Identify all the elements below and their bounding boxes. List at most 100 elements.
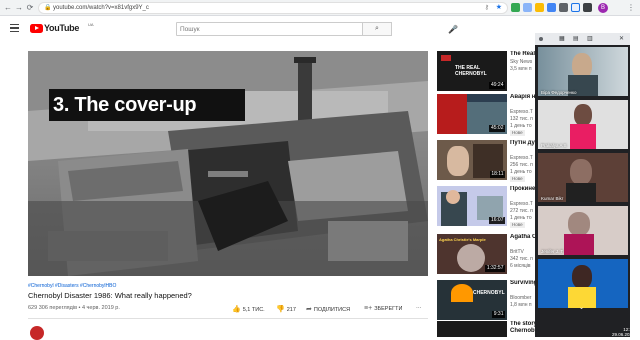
microphone-icon[interactable]: 🎤 xyxy=(448,25,458,34)
video-duration: 18:11 xyxy=(489,171,505,178)
tile-view-icon[interactable]: ▤ xyxy=(573,35,579,42)
search-placeholder: Пошук xyxy=(180,25,200,33)
close-icon[interactable]: ✕ xyxy=(619,35,624,42)
related-channel: Espreso.T xyxy=(510,155,533,161)
related-date: 1 день то xyxy=(510,169,532,175)
participant-tile[interactable]: Віра Федорченко xyxy=(538,47,628,96)
more-vert-icon[interactable]: ⋮ xyxy=(626,3,636,13)
system-clock: 12:36 29.06.2022 xyxy=(612,327,635,337)
like-button[interactable]: 👍 5,1 ТИС. xyxy=(232,305,265,313)
forward-icon[interactable]: → xyxy=(14,3,24,13)
related-views: 1,8 млн п xyxy=(510,302,532,308)
chevron-down-icon[interactable]: ⌄ xyxy=(579,304,584,311)
related-video[interactable]: The story of Chernobyl's New xyxy=(437,321,558,337)
dislike-button[interactable]: 👎 217 xyxy=(276,305,296,313)
save-label: ЗБЕРЕГТИ xyxy=(374,306,403,312)
thumb-up-icon: 👍 xyxy=(232,306,241,313)
participant-tile[interactable]: Prakalya A S xyxy=(538,100,628,149)
video-thumbnail[interactable]: 18:11 xyxy=(437,140,507,180)
extension-icon[interactable] xyxy=(571,3,580,12)
related-channel: Bloomber xyxy=(510,295,532,301)
extension-icon[interactable] xyxy=(535,3,544,12)
related-views: 3,5 млн п xyxy=(510,66,532,72)
related-video[interactable]: 16:07 Прокине розпеде Espreso.T 272 тис.… xyxy=(437,186,537,228)
save-button[interactable]: ≡+ ЗБЕРЕГТИ xyxy=(364,305,402,312)
participant-tile[interactable]: Jenifer J. T xyxy=(538,206,628,255)
video-frame-chernobyl xyxy=(28,51,428,276)
video-thumbnail[interactable]: CHERNOBYL 9:31 xyxy=(437,280,507,320)
share-icon: ➦ xyxy=(306,306,312,313)
related-video[interactable]: 18:11 Путін дус Патрушев Espreso.T 256 т… xyxy=(437,140,537,182)
related-video[interactable]: THE REAL CHERNOBYL 49:24 The Real Sky Ne… xyxy=(437,51,537,93)
related-video[interactable]: Agatha Christie's Marple 1:32:57 Agatha … xyxy=(437,234,537,276)
related-date: 1 день то xyxy=(510,215,532,221)
video-thumbnail[interactable]: 16:07 xyxy=(437,186,507,226)
address-bar[interactable]: 🔒 youtube.com/watch?v=x81vfgx9Y_c ⚷ ★ xyxy=(38,2,508,14)
lock-icon: 🔒 xyxy=(44,5,52,11)
share-button[interactable]: ➦ ПОДІЛИТИСЯ xyxy=(306,305,350,313)
video-duration: 49:24 xyxy=(489,82,505,89)
bookmark-star-icon[interactable]: ★ xyxy=(496,3,502,11)
search-input[interactable]: Пошук ⌕ xyxy=(176,22,392,36)
participant-tile[interactable]: Kumar Bikr xyxy=(538,153,628,202)
video-title: Chernobyl Disaster 1986: What really hap… xyxy=(28,291,192,300)
add-to-playlist-icon: ≡+ xyxy=(364,305,373,312)
participant-tile[interactable] xyxy=(538,259,628,308)
related-title: Surviving Liquidato xyxy=(510,280,537,286)
participant-name: Jenifer J. T xyxy=(541,249,564,254)
related-video[interactable]: CHERNOBYL 9:31 Surviving Liquidato Bloom… xyxy=(437,280,537,322)
video-duration: 45:02 xyxy=(489,125,505,132)
video-thumbnail[interactable]: Agatha Christie's Marple 1:32:57 xyxy=(437,234,507,274)
video-call-panel: ▦ ▤ ▥ ✕ Віра Федорченко Prakalya A S Kum… xyxy=(535,33,630,337)
youtube-header: YouTube UA Пошук ⌕ 🎤 xyxy=(0,17,535,41)
thumbnail-text: CHERNOBYL xyxy=(473,290,505,296)
video-stats: 629 306 переглядів • 4 черв. 2019 р. xyxy=(28,305,120,311)
participant-video xyxy=(570,159,592,185)
participant-name: Віра Федорченко xyxy=(541,90,577,95)
related-video[interactable]: 45:02 Аварія н війсь Pr Espreso.T 132 ти… xyxy=(437,94,537,136)
video-thumbnail[interactable]: THE REAL CHERNOBYL 49:24 xyxy=(437,51,507,91)
search-button[interactable]: ⌕ xyxy=(362,22,392,36)
clock-date: 29.06.2022 xyxy=(612,332,635,337)
hamburger-menu-icon[interactable] xyxy=(10,24,19,32)
related-date: 6 місяців xyxy=(510,263,531,269)
divider xyxy=(28,318,428,319)
extension-icon[interactable] xyxy=(559,3,568,12)
key-icon[interactable]: ⚷ xyxy=(485,4,489,11)
participant-name: Kumar Bikr xyxy=(541,196,564,201)
related-title: Прокине розпеде xyxy=(510,186,537,192)
participant-name: Prakalya A S xyxy=(541,143,567,148)
scrollbar[interactable] xyxy=(630,33,640,337)
video-thumbnail[interactable]: 45:02 xyxy=(437,94,507,134)
video-duration: 9:31 xyxy=(492,311,505,318)
channel-avatar[interactable] xyxy=(30,326,44,340)
participant-video xyxy=(572,265,592,289)
share-label: ПОДІЛИТИСЯ xyxy=(313,307,351,313)
hashtags[interactable]: #Chernobyl #Disasters #ChernobylHBO xyxy=(28,283,116,289)
profile-avatar[interactable]: B xyxy=(598,3,608,13)
grid-view-icon[interactable]: ▦ xyxy=(559,35,565,42)
extension-icon[interactable] xyxy=(583,3,592,12)
extension-icon[interactable] xyxy=(523,3,532,12)
related-title: Аварія н війсь Pr xyxy=(510,94,537,100)
reload-icon[interactable]: ⟳ xyxy=(25,3,35,13)
video-thumbnail[interactable] xyxy=(437,321,507,337)
sidebar-view-icon[interactable]: ▥ xyxy=(587,35,593,42)
related-views: 256 тис. п xyxy=(510,162,533,168)
participant-video xyxy=(574,104,592,126)
more-actions-icon[interactable]: ··· xyxy=(416,305,422,311)
sky-news-logo xyxy=(441,55,451,61)
thumbnail-graphic xyxy=(447,146,469,176)
video-player[interactable]: ed xyxy=(28,51,428,276)
participant-video xyxy=(566,183,596,202)
back-icon[interactable]: ← xyxy=(3,3,13,13)
new-badge: Нове xyxy=(510,176,525,182)
drag-handle-icon[interactable] xyxy=(539,37,543,41)
new-badge: Нове xyxy=(510,222,525,228)
extension-icon[interactable] xyxy=(547,3,556,12)
youtube-play-icon xyxy=(30,24,43,33)
url-text: youtube.com/watch?v=x81vfgx9Y_c xyxy=(53,4,149,11)
thumbnail-graphic xyxy=(437,94,467,134)
browser-toolbar: ← → ⟳ 🔒 youtube.com/watch?v=x81vfgx9Y_c … xyxy=(0,0,640,16)
extension-icon[interactable] xyxy=(511,3,520,12)
